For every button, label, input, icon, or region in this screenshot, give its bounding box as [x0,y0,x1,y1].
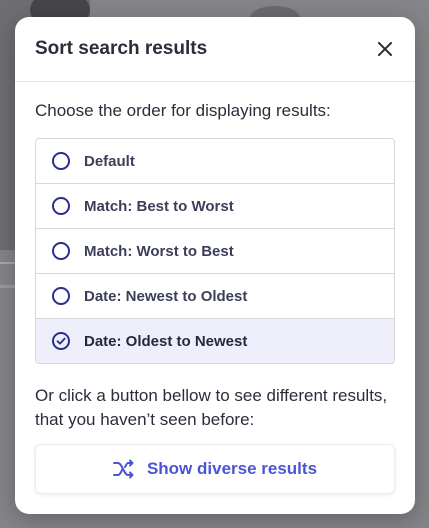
close-icon [378,42,392,56]
dialog-title: Sort search results [35,38,208,59]
background-divider [0,262,15,264]
sort-option-label: Default [84,152,135,170]
radio-unchecked-icon[interactable] [52,152,70,170]
sort-option[interactable]: Match: Best to Worst [36,184,394,229]
check-icon [56,337,66,345]
show-diverse-results-button[interactable]: Show diverse results [35,444,395,494]
sort-options-list: Default Match: Best to Worst Match: Worst … [35,138,395,364]
radio-unchecked-icon[interactable] [52,287,70,305]
radio-unchecked-icon[interactable] [52,242,70,260]
diverse-hint: Or click a button bellow to see differen… [35,386,388,429]
radio-checked-icon[interactable] [52,332,70,350]
sort-option-label: Match: Worst to Best [84,242,234,260]
sort-option[interactable]: Date: Newest to Oldest [36,274,394,319]
sort-dialog: Sort search results Choose the order for… [15,17,415,514]
sort-option-label: Match: Best to Worst [84,197,234,215]
radio-unchecked-icon[interactable] [52,197,70,215]
shuffle-icon [112,459,134,479]
close-button[interactable] [371,35,399,63]
sort-option[interactable]: Default [36,139,394,184]
background-divider [0,285,15,288]
sort-option-label: Date: Oldest to Newest [84,332,248,350]
show-diverse-results-label: Show diverse results [146,459,318,478]
sort-option[interactable]: Match: Worst to Best [36,229,394,274]
sort-option-label: Date: Newest to Oldest [84,287,248,305]
dialog-header: Sort search results [15,17,415,82]
sort-option[interactable]: Date: Oldest to Newest [36,319,394,363]
sort-prompt: Choose the order for displaying results: [35,101,331,120]
